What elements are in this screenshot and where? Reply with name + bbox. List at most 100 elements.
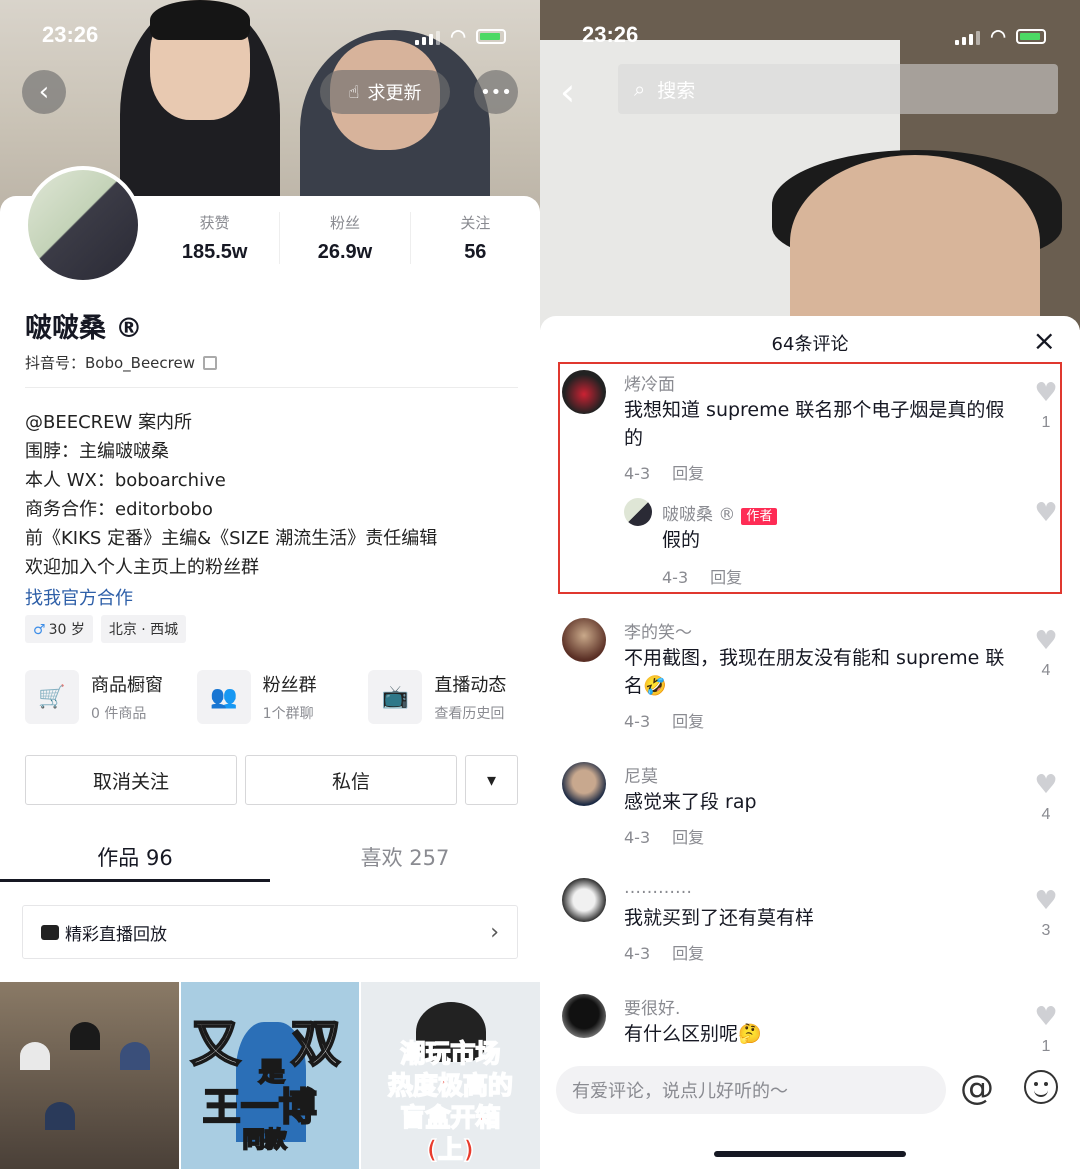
reply-button[interactable]: 回复: [672, 944, 704, 963]
service-fan-group[interactable]: 👥 粉丝群 1个群聊: [196, 670, 369, 724]
copy-icon[interactable]: [203, 355, 217, 370]
stat-label: 关注: [460, 214, 491, 232]
like-count: 3: [1041, 922, 1051, 939]
like-count: 4: [1041, 806, 1051, 823]
video-thumbnail[interactable]: [0, 982, 179, 1169]
comment-meta: 4-3 回复: [662, 564, 742, 588]
bio-line: 前《KIKS 定番》主编&《SIZE 潮流生活》责任编辑: [25, 528, 438, 549]
avatar[interactable]: [624, 498, 652, 526]
comment-username[interactable]: 要很好.: [624, 994, 680, 1019]
comment-meta: 4-3 回复: [624, 460, 704, 484]
heart-icon: ♥: [1034, 626, 1058, 656]
unfollow-button[interactable]: 取消关注: [25, 755, 237, 805]
profile-name: 啵啵桑 ®: [25, 313, 143, 344]
comment-username[interactable]: 烤冷面: [624, 370, 675, 395]
like-button[interactable]: ♥: [1032, 500, 1060, 526]
tab-works[interactable]: 作品 96: [0, 836, 270, 882]
comment-username[interactable]: 李的笑～: [624, 618, 692, 643]
status-bar: 23:26 ◠: [0, 18, 540, 52]
video-thumbnail[interactable]: 又 双 是 王一博 同款: [180, 982, 360, 1169]
back-button[interactable]: ‹: [22, 70, 66, 114]
profile-screen: 23:26 ◠ ‹ ☝ 求更新 ••• 获赞 185.5w 粉丝 26.9w 关…: [0, 0, 540, 1169]
stat-followers[interactable]: 粉丝 26.9w: [280, 212, 411, 264]
profile-tabs: 作品 96 喜欢 257: [0, 836, 540, 882]
avatar[interactable]: [562, 370, 606, 414]
cellular-signal-icon: [955, 29, 981, 45]
video-thumbnail[interactable]: 潮玩市场 热度极高的 盲盒开箱 (上): [361, 982, 540, 1169]
more-options-button[interactable]: •••: [474, 70, 518, 114]
service-title: 商品橱窗: [91, 675, 163, 696]
profile-avatar[interactable]: [24, 166, 142, 284]
service-title: 粉丝群: [262, 675, 317, 696]
like-count: 1: [1041, 1038, 1051, 1052]
search-placeholder: 搜索: [657, 79, 696, 102]
stat-likes[interactable]: 获赞 185.5w: [150, 212, 281, 264]
request-update-button[interactable]: ☝ 求更新: [320, 70, 450, 114]
service-title: 直播动态: [434, 675, 507, 696]
thumb-text: 双: [290, 1014, 342, 1074]
service-sub: 1个群聊: [262, 706, 314, 722]
comment-meta: 4-3 回复: [624, 708, 704, 732]
stat-label: 粉丝: [329, 214, 360, 232]
live-replay-label: 精彩直播回放: [65, 924, 167, 945]
back-button[interactable]: ‹: [560, 70, 575, 114]
comment-text: 我想知道 supreme 联名那个电子烟是真的假的: [624, 399, 1005, 449]
comment-date: 4-3: [624, 828, 651, 847]
status-bar: 23:26 ◠: [540, 18, 1080, 52]
thumb-text: 又: [190, 1014, 242, 1074]
search-input[interactable]: ⌕ 搜索: [618, 64, 1058, 114]
wifi-icon: ◠: [450, 26, 466, 46]
stat-following[interactable]: 关注 56: [411, 212, 540, 264]
close-icon[interactable]: ×: [1033, 324, 1056, 357]
video-person-face: [790, 155, 1040, 330]
official-cooperation-link[interactable]: 找我官方合作: [25, 584, 437, 613]
avatar[interactable]: [562, 618, 606, 662]
comment-text: 不用截图，我现在朋友没有能和 supreme 联名🤣: [624, 647, 1005, 697]
message-button[interactable]: 私信: [245, 755, 457, 805]
comment-item[interactable]: 要很好. 有什么区别呢🤔 ♥ 1: [540, 992, 1080, 1052]
reply-button[interactable]: 回复: [672, 828, 704, 847]
avatar[interactable]: [562, 878, 606, 922]
service-live-activity[interactable]: 📺 直播动态 查看历史回: [368, 670, 540, 724]
profile-bio: @BEECREW 案内所 围脖：主编啵啵桑 本人 WX：boboarchive …: [25, 408, 437, 613]
comment-username[interactable]: 尼莫: [624, 762, 658, 787]
like-button[interactable]: ♥ 4: [1032, 772, 1060, 828]
reply-button[interactable]: 回复: [672, 464, 704, 483]
like-button[interactable]: ♥ 1: [1032, 1004, 1060, 1052]
reply-button[interactable]: 回复: [672, 712, 704, 731]
comments-count-title: 64条评论: [771, 334, 849, 355]
age-text: 30 岁: [48, 622, 85, 638]
ellipsis-icon: •••: [480, 81, 512, 103]
tab-likes[interactable]: 喜欢 257: [270, 836, 540, 882]
service-shop-window[interactable]: 🛒 商品橱窗 0 件商品: [25, 670, 197, 724]
comment-date: 4-3: [624, 464, 651, 483]
stat-value: 56: [464, 241, 487, 263]
avatar[interactable]: [562, 994, 606, 1038]
like-button[interactable]: ♥ 4: [1032, 628, 1060, 684]
heart-icon: ♥: [1034, 770, 1058, 800]
service-sub: 0 件商品: [91, 706, 147, 722]
comment-username[interactable]: …………: [624, 878, 692, 898]
like-button[interactable]: ♥ 1: [1032, 380, 1060, 436]
comment-username[interactable]: 啵啵桑 ® 作者: [662, 500, 778, 525]
bio-line: 欢迎加入个人主页上的粉丝群: [25, 557, 259, 578]
stat-value: 26.9w: [317, 241, 373, 263]
more-actions-dropdown[interactable]: ▾: [465, 755, 518, 805]
live-replay-entry[interactable]: 精彩直播回放 ›: [22, 905, 518, 959]
comment-text: 假的: [662, 529, 701, 551]
like-count: 1: [1041, 414, 1051, 431]
chevron-left-icon: ‹: [38, 77, 50, 107]
bio-line: 本人 WX：boboarchive: [25, 470, 226, 491]
reply-button[interactable]: 回复: [710, 568, 742, 587]
profile-tags: ♂ 30 岁 北京 · 西城: [25, 615, 187, 643]
heart-icon: ♥: [1034, 378, 1058, 408]
at-mention-icon[interactable]: @: [960, 1068, 994, 1108]
emoji-icon[interactable]: [1024, 1070, 1058, 1104]
thumb-text: 同款: [242, 1127, 288, 1154]
cart-icon: 🛒: [25, 670, 79, 724]
avatar[interactable]: [562, 762, 606, 806]
like-button[interactable]: ♥ 3: [1032, 888, 1060, 944]
battery-icon: [1016, 29, 1046, 44]
hand-icon: ☝: [348, 81, 360, 103]
comment-input[interactable]: 有爱评论，说点儿好听的～: [556, 1066, 946, 1114]
